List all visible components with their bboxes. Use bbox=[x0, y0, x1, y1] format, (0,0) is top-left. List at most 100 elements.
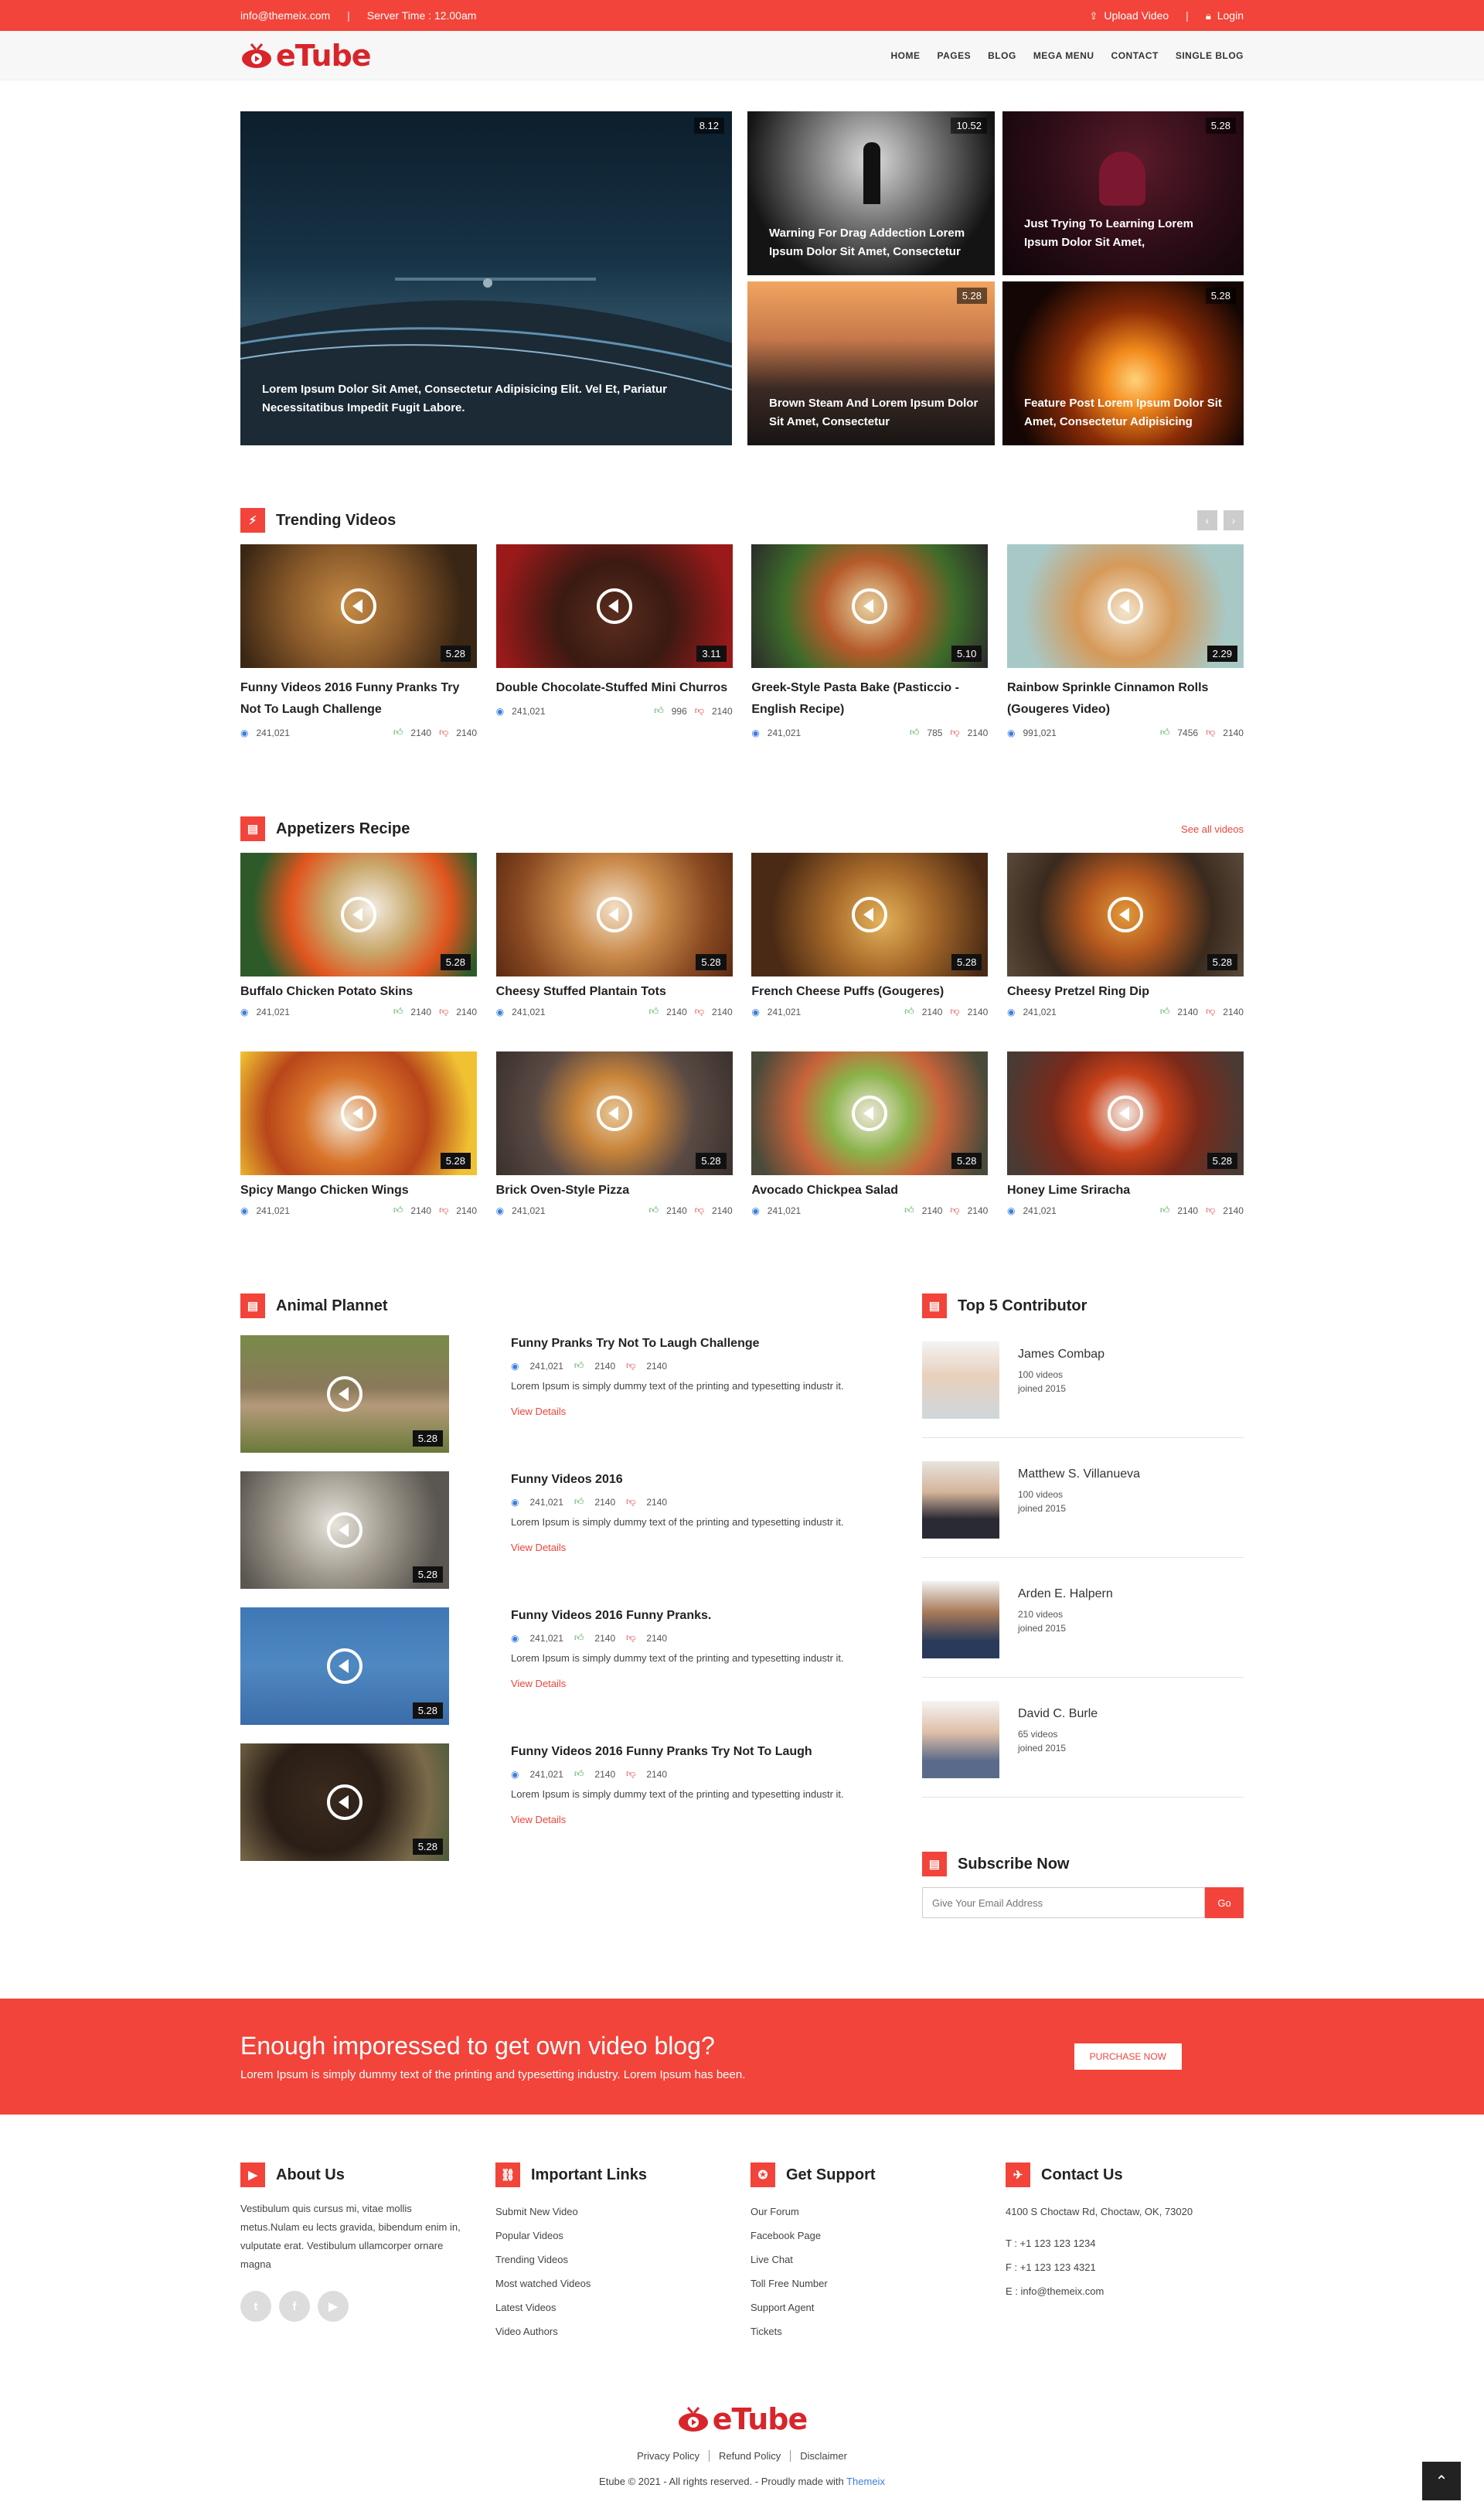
video-card[interactable]: 5.28 Brick Oven-Style Pizza ◉ 241,021 👍︎ 21… bbox=[495, 1051, 733, 1216]
video-thumbnail[interactable]: 5.28 bbox=[495, 1051, 733, 1175]
video-title[interactable]: Funny Videos 2016 Funny Pranks Try Not T… bbox=[511, 1745, 866, 1759]
video-card[interactable]: 5.28 French Cheese Puffs (Gougeres) ◉ 241… bbox=[751, 853, 989, 1017]
thumbs-up-icon[interactable]: 👍︎ bbox=[910, 727, 920, 738]
thumbs-down-icon[interactable]: 👎︎ bbox=[626, 1768, 635, 1780]
play-icon[interactable] bbox=[341, 897, 376, 932]
thumbs-down-icon[interactable]: 👎︎ bbox=[626, 1360, 635, 1372]
nav-mega-menu[interactable]: MEGA MENU bbox=[1033, 50, 1094, 61]
video-thumbnail[interactable]: 5.28 bbox=[240, 853, 477, 976]
play-icon[interactable] bbox=[341, 1096, 376, 1131]
featured-tile[interactable]: 5.28 Feature Post Lorem Ipsum Dolor Sit … bbox=[1002, 281, 1244, 445]
video-title[interactable]: Buffalo Chicken Potato Skins bbox=[240, 983, 477, 1001]
thumbs-up-icon[interactable]: 👍︎ bbox=[649, 1205, 659, 1216]
thumbs-up-icon[interactable]: 👍︎ bbox=[574, 1768, 584, 1780]
thumbs-up-icon[interactable]: 👍︎ bbox=[654, 705, 664, 717]
video-thumbnail[interactable]: 5.10 bbox=[751, 544, 989, 668]
contributor-name[interactable]: Matthew S. Villanueva bbox=[1018, 1467, 1140, 1481]
contributor-item[interactable]: David C. Burle 65 videos joined 2015 bbox=[922, 1678, 1244, 1798]
thumbs-up-icon[interactable]: 👍︎ bbox=[574, 1496, 584, 1508]
video-thumbnail[interactable]: 5.28 bbox=[751, 853, 989, 976]
thumbs-down-icon[interactable]: 👎︎ bbox=[626, 1496, 635, 1508]
video-thumbnail[interactable]: 5.28 bbox=[240, 1051, 477, 1175]
footer-link[interactable]: Tickets bbox=[751, 2319, 1006, 2343]
thumbs-down-icon[interactable]: 👎︎ bbox=[439, 1205, 448, 1216]
thumbs-down-icon[interactable]: 👎︎ bbox=[439, 1006, 448, 1017]
thumbs-up-icon[interactable]: 👍︎ bbox=[1160, 727, 1170, 738]
play-icon[interactable] bbox=[341, 588, 376, 624]
view-details-link[interactable]: View Details bbox=[511, 1678, 866, 1689]
thumbs-down-icon[interactable]: 👎︎ bbox=[950, 1205, 959, 1216]
view-details-link[interactable]: View Details bbox=[511, 1542, 866, 1553]
play-icon[interactable] bbox=[596, 897, 632, 932]
thumbs-up-icon[interactable]: 👍︎ bbox=[574, 1632, 584, 1644]
video-title[interactable]: French Cheese Puffs (Gougeres) bbox=[751, 983, 988, 1001]
video-card[interactable]: 5.28 Spicy Mango Chicken Wings ◉ 241,021 👍… bbox=[240, 1051, 477, 1216]
footer-link[interactable]: Trending Videos bbox=[495, 2248, 751, 2272]
play-icon[interactable] bbox=[596, 1096, 632, 1131]
facebook-icon[interactable]: f bbox=[279, 2291, 310, 2322]
twitter-icon[interactable]: t bbox=[240, 2291, 271, 2322]
video-card[interactable]: 5.28 Buffalo Chicken Potato Skins ◉ 241,0… bbox=[240, 853, 477, 1017]
video-thumbnail[interactable]: 3.11 bbox=[495, 544, 733, 668]
video-title[interactable]: Double Chocolate-Stuffed Mini Churros bbox=[496, 677, 733, 699]
video-thumbnail[interactable]: 5.28 bbox=[1006, 853, 1244, 976]
play-icon[interactable] bbox=[1107, 588, 1143, 624]
video-thumbnail[interactable]: 5.28 bbox=[495, 853, 733, 976]
video-card[interactable]: 2.29 Rainbow Sprinkle Cinnamon Rolls (Go… bbox=[1006, 544, 1244, 738]
video-thumbnail[interactable]: 5.28 bbox=[751, 1051, 989, 1175]
thumbs-up-icon[interactable]: 👍︎ bbox=[649, 1006, 659, 1017]
thumbs-up-icon[interactable]: 👍︎ bbox=[574, 1360, 584, 1372]
thumbs-down-icon[interactable]: 👎︎ bbox=[950, 1006, 959, 1017]
disclaimer-link[interactable]: Disclaimer bbox=[791, 2450, 856, 2462]
video-title[interactable]: Honey Lime Sriracha bbox=[1007, 1181, 1244, 1200]
video-thumbnail[interactable]: 5.28 bbox=[1006, 1051, 1244, 1175]
play-icon[interactable] bbox=[852, 1096, 888, 1131]
footer-link[interactable]: Popular Videos bbox=[495, 2224, 751, 2248]
back-to-top-button[interactable]: ⌃ bbox=[1422, 2462, 1461, 2500]
purchase-button[interactable]: PURCHASE NOW bbox=[1074, 2043, 1182, 2070]
contributor-name[interactable]: David C. Burle bbox=[1018, 1707, 1098, 1721]
play-icon[interactable] bbox=[327, 1784, 362, 1820]
contact-email[interactable]: info@themeix.com bbox=[240, 9, 330, 22]
video-thumbnail[interactable]: 5.28 bbox=[240, 1335, 449, 1453]
see-all-link[interactable]: See all videos bbox=[1181, 823, 1244, 835]
footer-link[interactable]: Most watched Videos bbox=[495, 2272, 751, 2295]
email-field[interactable] bbox=[922, 1887, 1205, 1918]
credit-link[interactable]: Themeix bbox=[846, 2476, 885, 2487]
contributor-item[interactable]: Matthew S. Villanueva 100 videos joined 20… bbox=[922, 1438, 1244, 1558]
featured-tile[interactable]: 5.28 Just Trying To Learning Lorem Ipsum… bbox=[1002, 111, 1244, 275]
thumbs-down-icon[interactable]: 👎︎ bbox=[1206, 1006, 1215, 1017]
video-title[interactable]: Brick Oven-Style Pizza bbox=[496, 1181, 733, 1200]
thumbs-down-icon[interactable]: 👎︎ bbox=[626, 1632, 635, 1644]
featured-tile[interactable]: 5.28 Brown Steam And Lorem Ipsum Dolor S… bbox=[747, 281, 995, 445]
play-icon[interactable] bbox=[1107, 1096, 1143, 1131]
thumbs-down-icon[interactable]: 👎︎ bbox=[695, 1205, 704, 1216]
thumbs-up-icon[interactable]: 👍︎ bbox=[1160, 1205, 1170, 1216]
contributor-item[interactable]: Arden E. Halpern 210 videos joined 2015 bbox=[922, 1558, 1244, 1678]
play-icon[interactable] bbox=[327, 1648, 362, 1684]
footer-logo[interactable]: eTube bbox=[240, 2402, 1244, 2436]
footer-link[interactable]: Toll Free Number bbox=[751, 2272, 1006, 2295]
video-card[interactable]: 5.28 Honey Lime Sriracha ◉ 241,021 👍︎ 2140 👎… bbox=[1006, 1051, 1244, 1216]
footer-link[interactable]: Live Chat bbox=[751, 2248, 1006, 2272]
featured-tile[interactable]: 10.52 Warning For Drag Addection Lorem I… bbox=[747, 111, 995, 275]
view-details-link[interactable]: View Details bbox=[511, 1406, 866, 1417]
privacy-policy-link[interactable]: Privacy Policy bbox=[628, 2450, 710, 2462]
video-title[interactable]: Greek-Style Pasta Bake (Pasticcio - Engl… bbox=[751, 677, 988, 721]
site-logo[interactable]: eTube bbox=[240, 39, 372, 73]
contributor-name[interactable]: James Combap bbox=[1018, 1348, 1104, 1362]
nav-home[interactable]: HOME bbox=[891, 50, 921, 61]
video-title[interactable]: Avocado Chickpea Salad bbox=[751, 1181, 988, 1200]
play-icon[interactable] bbox=[596, 588, 632, 624]
nav-blog[interactable]: BLOG bbox=[988, 50, 1016, 61]
footer-link[interactable]: Our Forum bbox=[751, 2200, 1006, 2224]
contributor-item[interactable]: James Combap 100 videos joined 2015 bbox=[922, 1318, 1244, 1438]
video-title[interactable]: Spicy Mango Chicken Wings bbox=[240, 1181, 477, 1200]
thumbs-up-icon[interactable]: 👍︎ bbox=[904, 1205, 914, 1216]
subscribe-button[interactable]: Go bbox=[1205, 1887, 1244, 1918]
featured-tile-main[interactable]: 8.12 Lorem Ipsum Dolor Sit Amet, Consect… bbox=[240, 111, 732, 445]
footer-link[interactable]: Support Agent bbox=[751, 2295, 1006, 2319]
video-thumbnail[interactable]: 2.29 bbox=[1006, 544, 1244, 668]
thumbs-down-icon[interactable]: 👎︎ bbox=[1206, 1205, 1215, 1216]
thumbs-down-icon[interactable]: 👎︎ bbox=[439, 727, 448, 738]
